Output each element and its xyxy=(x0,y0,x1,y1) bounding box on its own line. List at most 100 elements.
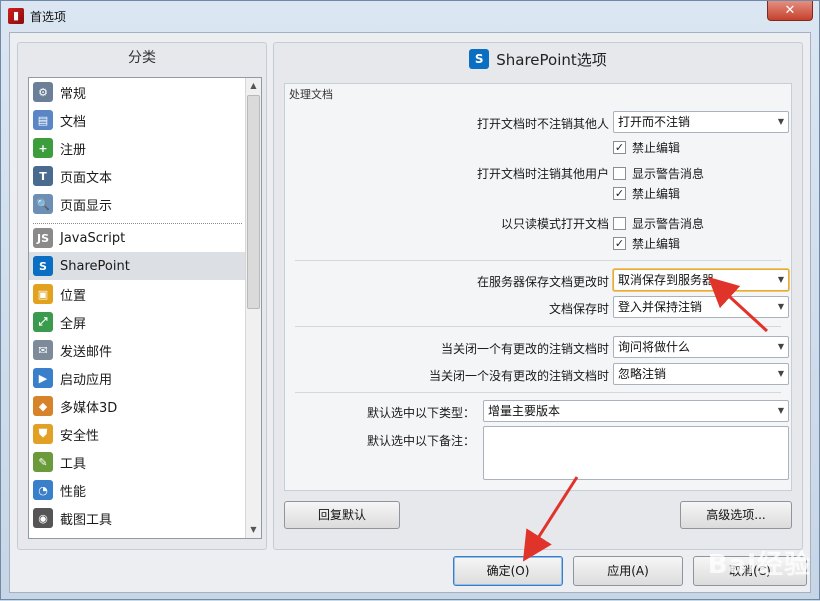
document-icon: ▤ xyxy=(33,110,53,130)
default-type-value: 增量主要版本 xyxy=(488,404,561,418)
close-button[interactable]: ✕ xyxy=(767,1,813,21)
default-note-label: 默认选中以下备注： xyxy=(366,434,475,448)
checkout-other-value: 打开而不注销 xyxy=(618,115,691,129)
chevron-down-icon: ▼ xyxy=(777,369,784,378)
text-icon: T xyxy=(33,166,53,186)
scroll-up-icon[interactable]: ▲ xyxy=(246,78,261,94)
category-label: 启动应用 xyxy=(60,372,113,388)
options-panel: S SharePoint选项 处理文档 打开文档时不注销其他人 打开而不注销 ▼… xyxy=(273,42,803,550)
readonly-warning[interactable]: 显示警告消息 xyxy=(613,215,704,232)
category-item[interactable]: ✉ 发送邮件 xyxy=(29,336,246,364)
category-label: 发送邮件 xyxy=(60,344,113,360)
category-label: 性能 xyxy=(60,484,87,500)
group-title: 处理文档 xyxy=(289,88,333,101)
category-item[interactable]: ⛊ 安全性 xyxy=(29,420,246,448)
server-save-label: 在服务器保存文档更改时 xyxy=(476,275,609,289)
category-item[interactable]: ◆ 多媒体3D xyxy=(29,392,246,420)
fullscreen-icon: ⤢ xyxy=(33,312,53,332)
default-type-select[interactable]: 增量主要版本 ▼ xyxy=(483,400,789,422)
checkout-other-label: 打开文档时不注销其他人 xyxy=(476,117,609,131)
doc-save-select[interactable]: 登入并保持注销 ▼ xyxy=(613,296,789,318)
server-save-value: 取消保存到服务器 xyxy=(618,273,715,287)
category-items: ⚙ 常规 ▤ 文档 + 注册 T 页面文本 🔍 页面显示 JS JavaScript S SharePoi… xyxy=(29,78,246,538)
category-list: ⚙ 常规 ▤ 文档 + 注册 T 页面文本 🔍 页面显示 JS JavaScript S SharePoi… xyxy=(28,77,262,539)
category-item[interactable]: ▶ 启动应用 xyxy=(29,364,246,392)
chevron-down-icon: ▼ xyxy=(777,302,784,311)
sharepoint-icon: S xyxy=(33,256,53,276)
category-label: SharePoint xyxy=(60,258,130,274)
chevron-down-icon: ▼ xyxy=(777,406,784,415)
category-label: JavaScript xyxy=(60,230,126,246)
divider xyxy=(295,260,781,261)
category-item[interactable]: T 页面文本 xyxy=(29,162,246,190)
close-unchanged-select[interactable]: 忽略注销 ▼ xyxy=(613,363,789,385)
close-unchanged-label: 当关闭一个没有更改的注销文档时 xyxy=(428,369,609,383)
category-item[interactable]: ⚙ 常规 xyxy=(29,78,246,106)
options-header: S SharePoint选项 xyxy=(274,43,802,75)
checkout-other-select[interactable]: 打开而不注销 ▼ xyxy=(613,111,789,133)
settings-doc-icon: ⚙ xyxy=(33,82,53,102)
close-changed-value: 询问将做什么 xyxy=(618,340,691,354)
page-search-icon: 🔍 xyxy=(33,194,53,214)
restore-defaults-button[interactable]: 回复默认 xyxy=(284,501,400,529)
preferences-window: ▮ 首选项 ✕ 分类 ⚙ 常规 ▤ 文档 + 注册 T 页面文本 🔍 页面显示 JS JavaScri… xyxy=(0,0,820,600)
category-label: 位置 xyxy=(60,288,87,304)
chevron-down-icon: ▼ xyxy=(777,117,784,126)
category-item[interactable]: ◔ 性能 xyxy=(29,476,246,504)
category-scrollbar[interactable]: ▲ ▼ xyxy=(245,78,261,538)
user-add-icon: + xyxy=(33,138,53,158)
checkbox-checked-icon: ✓ xyxy=(613,187,626,200)
checkout-by-other-disable-edit[interactable]: ✓ 禁止编辑 xyxy=(613,185,680,202)
checkout-other-disable-edit[interactable]: ✓ 禁止编辑 xyxy=(613,139,680,156)
close-changed-select[interactable]: 询问将做什么 ▼ xyxy=(613,336,789,358)
category-label: 注册 xyxy=(60,142,87,158)
window-title: 首选项 xyxy=(30,10,67,24)
title-bar: ▮ 首选项 ✕ xyxy=(1,1,819,31)
ok-button[interactable]: 确定(O) xyxy=(453,556,563,586)
category-label: 页面显示 xyxy=(60,198,113,214)
category-label: 截图工具 xyxy=(60,512,113,528)
default-type-label: 默认选中以下类型： xyxy=(366,406,475,420)
category-item[interactable]: ▣ 位置 xyxy=(29,280,246,308)
category-item[interactable]: ▤ 文档 xyxy=(29,106,246,134)
server-save-select[interactable]: 取消保存到服务器 ▼ xyxy=(613,269,789,291)
category-label: 全屏 xyxy=(60,316,87,332)
category-item[interactable]: ◉ 截图工具 xyxy=(29,504,246,532)
divider xyxy=(295,392,781,393)
category-panel: 分类 ⚙ 常规 ▤ 文档 + 注册 T 页面文本 🔍 页面显示 JS JavaScript S Share… xyxy=(17,42,267,550)
scroll-down-icon[interactable]: ▼ xyxy=(246,522,261,538)
checkout-by-other-warning[interactable]: 显示警告消息 xyxy=(613,165,704,182)
apply-button[interactable]: 应用(A) xyxy=(573,556,683,586)
category-item[interactable]: + 注册 xyxy=(29,134,246,162)
category-label: 安全性 xyxy=(60,428,100,444)
default-note-input[interactable] xyxy=(483,426,789,480)
folder-icon: ▣ xyxy=(33,284,53,304)
script-icon: JS xyxy=(33,228,53,248)
readonly-disable-edit[interactable]: ✓ 禁止编辑 xyxy=(613,235,680,252)
category-item[interactable]: S SharePoint xyxy=(29,252,246,280)
options-title: SharePoint选项 xyxy=(496,50,607,69)
category-item[interactable]: JS JavaScript xyxy=(29,224,246,252)
divider xyxy=(295,326,781,327)
shield-icon: ⛊ xyxy=(33,424,53,444)
close-changed-label: 当关闭一个有更改的注销文档时 xyxy=(440,342,609,356)
handle-documents-group: 处理文档 打开文档时不注销其他人 打开而不注销 ▼ ✓ 禁止编辑 打开文档时注销… xyxy=(284,83,792,491)
dialog-client: 分类 ⚙ 常规 ▤ 文档 + 注册 T 页面文本 🔍 页面显示 JS JavaScript S Share… xyxy=(9,32,811,593)
gauge-icon: ◔ xyxy=(33,480,53,500)
mail-icon: ✉ xyxy=(33,340,53,360)
category-item[interactable]: ✎ 工具 xyxy=(29,448,246,476)
category-item[interactable]: 🔍 页面显示 xyxy=(29,190,246,218)
chevron-down-icon: ▼ xyxy=(777,342,784,351)
advanced-options-button[interactable]: 高级选项... xyxy=(680,501,792,529)
doc-save-label: 文档保存时 xyxy=(548,302,609,316)
multimedia-icon: ◆ xyxy=(33,396,53,416)
category-label: 文档 xyxy=(60,114,87,130)
category-label: 页面文本 xyxy=(60,170,113,186)
checkbox-checked-icon: ✓ xyxy=(613,141,626,154)
launch-icon: ▶ xyxy=(33,368,53,388)
tools-icon: ✎ xyxy=(33,452,53,472)
category-item[interactable]: ⤢ 全屏 xyxy=(29,308,246,336)
scroll-thumb[interactable] xyxy=(247,95,260,309)
close-unchanged-value: 忽略注销 xyxy=(618,367,667,381)
sharepoint-icon: S xyxy=(469,49,490,69)
